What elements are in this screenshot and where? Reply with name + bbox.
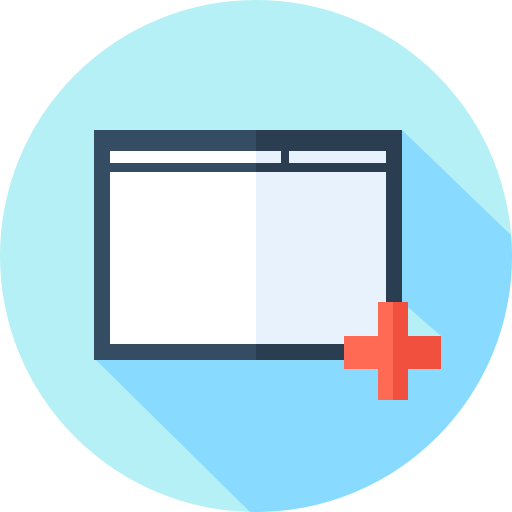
content-pane-right — [256, 172, 386, 344]
title-bar-slot-right — [289, 151, 386, 163]
new-window-icon — [0, 0, 512, 512]
plus-horizontal-right — [393, 336, 441, 369]
title-bar-slot-left — [110, 151, 256, 163]
icon-canvas — [0, 0, 512, 512]
title-bar-slot-left-tail — [256, 151, 281, 163]
window-icon — [94, 130, 402, 360]
content-pane-left — [110, 172, 256, 344]
plus-horizontal-left — [344, 336, 393, 369]
